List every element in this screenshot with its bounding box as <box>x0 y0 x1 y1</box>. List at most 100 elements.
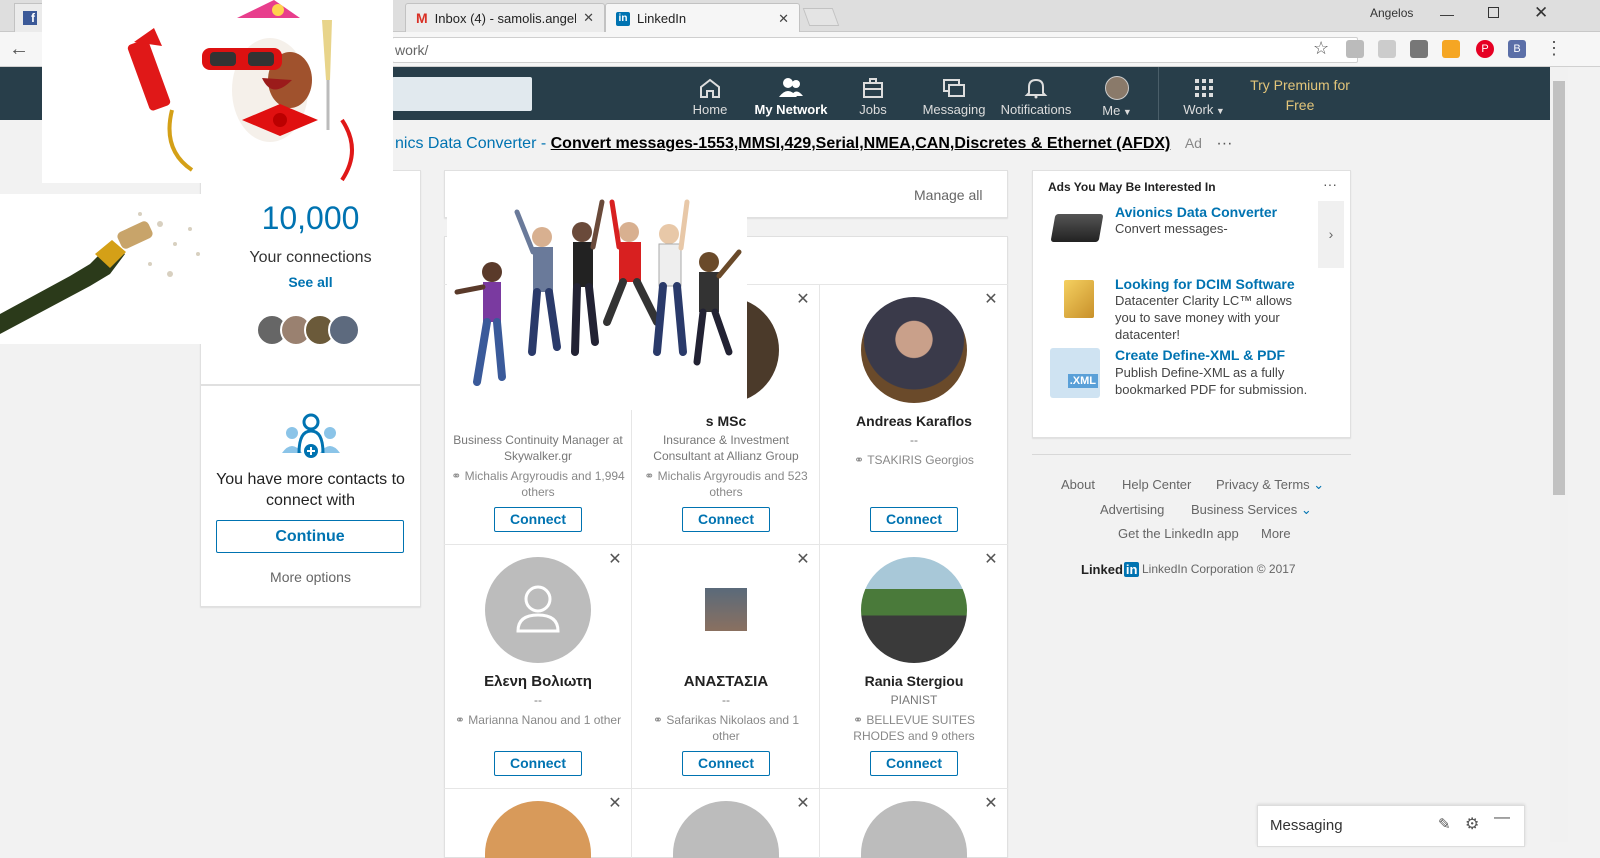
dismiss-icon[interactable]: ✕ <box>984 796 998 812</box>
footer-help-center[interactable]: Help Center <box>1122 477 1191 492</box>
nav-messaging[interactable]: Messaging <box>914 76 994 118</box>
extension-icon[interactable] <box>1378 40 1396 58</box>
scrollbar-thumb[interactable] <box>1553 81 1565 495</box>
window-close-icon[interactable]: ✕ <box>1534 3 1548 23</box>
gear-icon[interactable]: ⚙ <box>1465 814 1479 834</box>
bookmark-star-icon[interactable]: ☆ <box>1313 38 1329 59</box>
nav-my-network[interactable]: My Network <box>751 76 831 118</box>
dismiss-icon[interactable]: ✕ <box>796 292 810 308</box>
top-ad-link[interactable]: nics Data Converter - <box>395 135 546 152</box>
ad-image-device[interactable] <box>1050 214 1104 242</box>
minimize-icon[interactable]: — <box>1440 6 1454 22</box>
person-name[interactable]: Ελενη Βολιωτη <box>445 673 631 690</box>
footer-privacy-terms[interactable]: Privacy & Terms ⌄ <box>1216 477 1324 493</box>
more-icon[interactable]: ··· <box>1216 135 1232 152</box>
ad-title[interactable]: Looking for DCIM Software <box>1115 276 1295 292</box>
contacts-text: You have more contacts to connect with <box>216 471 405 509</box>
ad-tag: Ad <box>1184 135 1202 151</box>
search-input[interactable] <box>392 77 532 111</box>
browser-menu-icon[interactable]: ⋮ <box>1545 38 1563 59</box>
nav-work[interactable]: Work ▼ <box>1164 76 1244 118</box>
top-ad[interactable]: nics Data Converter - Convert messages-1… <box>395 135 1232 153</box>
see-all-link[interactable]: See all <box>200 274 421 290</box>
address-bar[interactable]: work/ <box>392 37 1358 63</box>
gmail-tab[interactable]: M Inbox (4) - samolis.angel ✕ <box>405 3 605 32</box>
person-name[interactable]: s MSc <box>633 413 819 429</box>
linkedin-tab[interactable]: in LinkedIn ✕ <box>605 3 800 33</box>
dismiss-icon[interactable]: ✕ <box>796 552 810 568</box>
logo-in: in <box>1123 562 1140 577</box>
header-divider <box>1158 67 1159 120</box>
connect-button[interactable]: Connect <box>870 507 958 532</box>
nav-jobs[interactable]: Jobs <box>833 76 913 118</box>
nav-notifications[interactable]: Notifications <box>996 76 1076 118</box>
ad-title[interactable]: Avionics Data Converter <box>1115 204 1277 220</box>
facebook-tab[interactable]: f <box>14 3 44 32</box>
close-tab-icon[interactable]: ✕ <box>583 10 594 26</box>
pdf-extension-icon[interactable] <box>1346 40 1364 58</box>
connect-button[interactable]: Connect <box>494 507 582 532</box>
minimize-icon[interactable]: — <box>1494 809 1510 827</box>
nav-me[interactable]: Me ▼ <box>1077 76 1157 118</box>
back-arrow-icon[interactable]: ← <box>9 38 29 61</box>
footer-about[interactable]: About <box>1061 477 1095 492</box>
person-photo[interactable] <box>861 557 967 663</box>
shared-connections: ⚭ Michalis Argyroudis and 523 others <box>638 468 814 500</box>
top-ad-text[interactable]: Convert messages-1553,MMSI,429,Serial,NM… <box>551 135 1171 152</box>
close-tab-icon[interactable]: ✕ <box>778 11 789 27</box>
more-options-link[interactable]: More options <box>200 569 421 585</box>
extension-icon[interactable] <box>1442 40 1460 58</box>
bell-icon <box>1024 78 1048 99</box>
ad-image-box[interactable] <box>1064 280 1094 318</box>
chevron-down-icon: ⌄ <box>1297 502 1312 517</box>
nav-label: Me <box>1102 103 1121 118</box>
ad-desc: Convert messages- <box>1115 221 1228 236</box>
logo-text: Linked <box>1081 562 1123 577</box>
footer-more[interactable]: More <box>1261 526 1291 541</box>
dismiss-icon[interactable]: ✕ <box>608 796 622 812</box>
scrollbar[interactable] <box>1550 67 1568 842</box>
window-user[interactable]: Angelos <box>1370 6 1413 20</box>
connections-count[interactable]: 10,000 <box>200 200 421 237</box>
connect-button[interactable]: Connect <box>682 751 770 776</box>
footer-business-services[interactable]: Business Services ⌄ <box>1191 502 1312 518</box>
connect-button[interactable]: Connect <box>870 751 958 776</box>
continue-button[interactable]: Continue <box>216 520 404 553</box>
dismiss-icon[interactable]: ✕ <box>796 796 810 812</box>
nav-home[interactable]: Home <box>670 76 750 118</box>
connect-button[interactable]: Connect <box>682 507 770 532</box>
person-name[interactable]: Rania Stergiou <box>821 673 1007 689</box>
ad-title[interactable]: Create Define-XML & PDF <box>1115 347 1285 363</box>
person-headline: PIANIST <box>890 693 938 707</box>
shared-connections-icon: ⚭ <box>854 453 868 467</box>
person-photo[interactable] <box>485 557 591 663</box>
carousel-next-button[interactable]: › <box>1318 201 1344 268</box>
restore-icon[interactable] <box>1488 7 1499 18</box>
extension-icon[interactable] <box>1410 40 1428 58</box>
connect-button[interactable]: Connect <box>494 751 582 776</box>
dismiss-icon[interactable]: ✕ <box>608 552 622 568</box>
try-premium-link[interactable]: Try Premium for Free <box>1250 75 1350 115</box>
footer-advertising[interactable]: Advertising <box>1100 502 1164 517</box>
connections-label: Your connections <box>249 249 372 266</box>
person-headline: -- <box>722 693 730 707</box>
person-photo[interactable] <box>705 588 747 631</box>
pinterest-icon[interactable]: P <box>1476 40 1494 58</box>
compose-icon[interactable]: ✎ <box>1438 815 1451 833</box>
manage-all-link[interactable]: Manage all <box>914 187 983 203</box>
footer-get-app[interactable]: Get the LinkedIn app <box>1118 526 1239 541</box>
person-name[interactable]: Andreas Karaflos <box>821 413 1007 429</box>
extension-icon[interactable]: B <box>1508 40 1526 58</box>
person-headline: -- <box>910 433 918 447</box>
more-icon[interactable]: ··· <box>1323 176 1337 192</box>
xml-file-icon[interactable]: .XML <box>1050 348 1100 398</box>
dismiss-icon[interactable]: ✕ <box>984 292 998 308</box>
caret-down-icon: ▼ <box>1213 106 1225 116</box>
messaging-bar[interactable]: Messaging ✎ ⚙ — <box>1257 805 1525 847</box>
add-contacts-icon <box>282 413 340 458</box>
new-tab-button[interactable] <box>802 8 840 26</box>
person-photo[interactable] <box>861 297 967 403</box>
person-name[interactable]: ΑΝΑΣΤΑΣΙΑ <box>633 673 819 690</box>
copyright: LinkedIn Corporation © 2017 <box>1142 562 1296 576</box>
dismiss-icon[interactable]: ✕ <box>984 552 998 568</box>
